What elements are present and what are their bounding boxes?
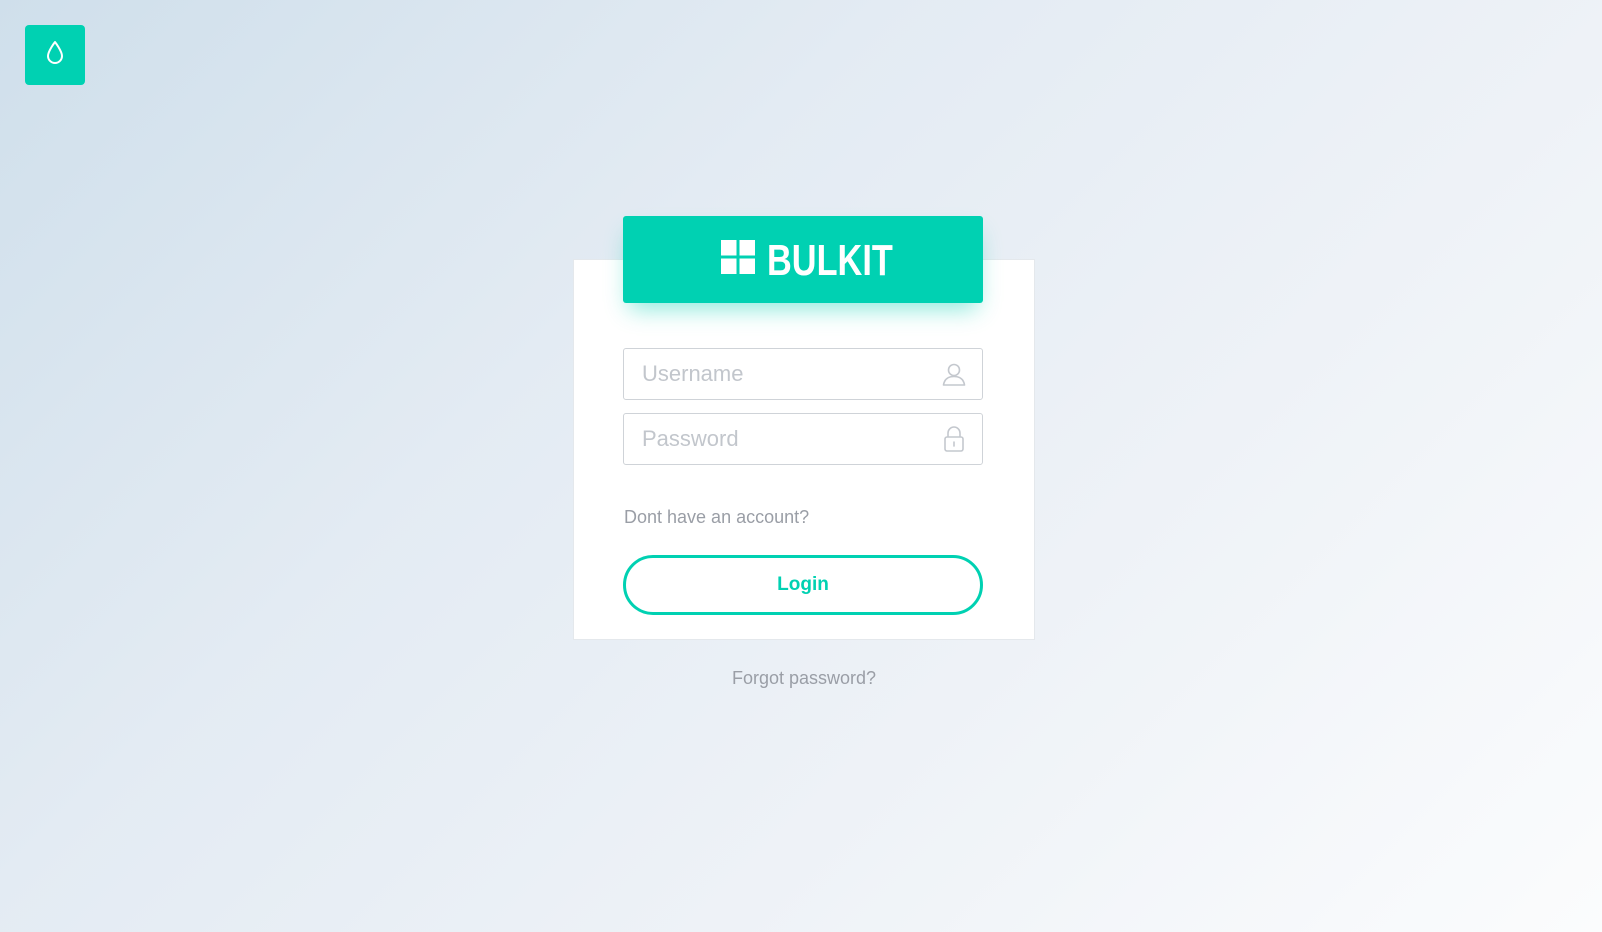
username-field [623,348,983,400]
forgot-password-link[interactable]: Forgot password? [573,668,1035,689]
username-input[interactable] [624,349,940,399]
water-drop-icon [44,40,66,71]
user-icon [940,360,968,388]
login-button[interactable]: Login [623,555,983,615]
theme-toggle-button[interactable] [25,25,85,85]
grid-logo-icon [721,240,755,279]
password-field [623,413,983,465]
lock-icon [940,425,968,453]
brand-name: BULKIT [767,235,893,285]
password-input[interactable] [624,414,940,464]
brand-banner: BULKIT [623,216,983,303]
signup-link[interactable]: Dont have an account? [624,507,809,528]
